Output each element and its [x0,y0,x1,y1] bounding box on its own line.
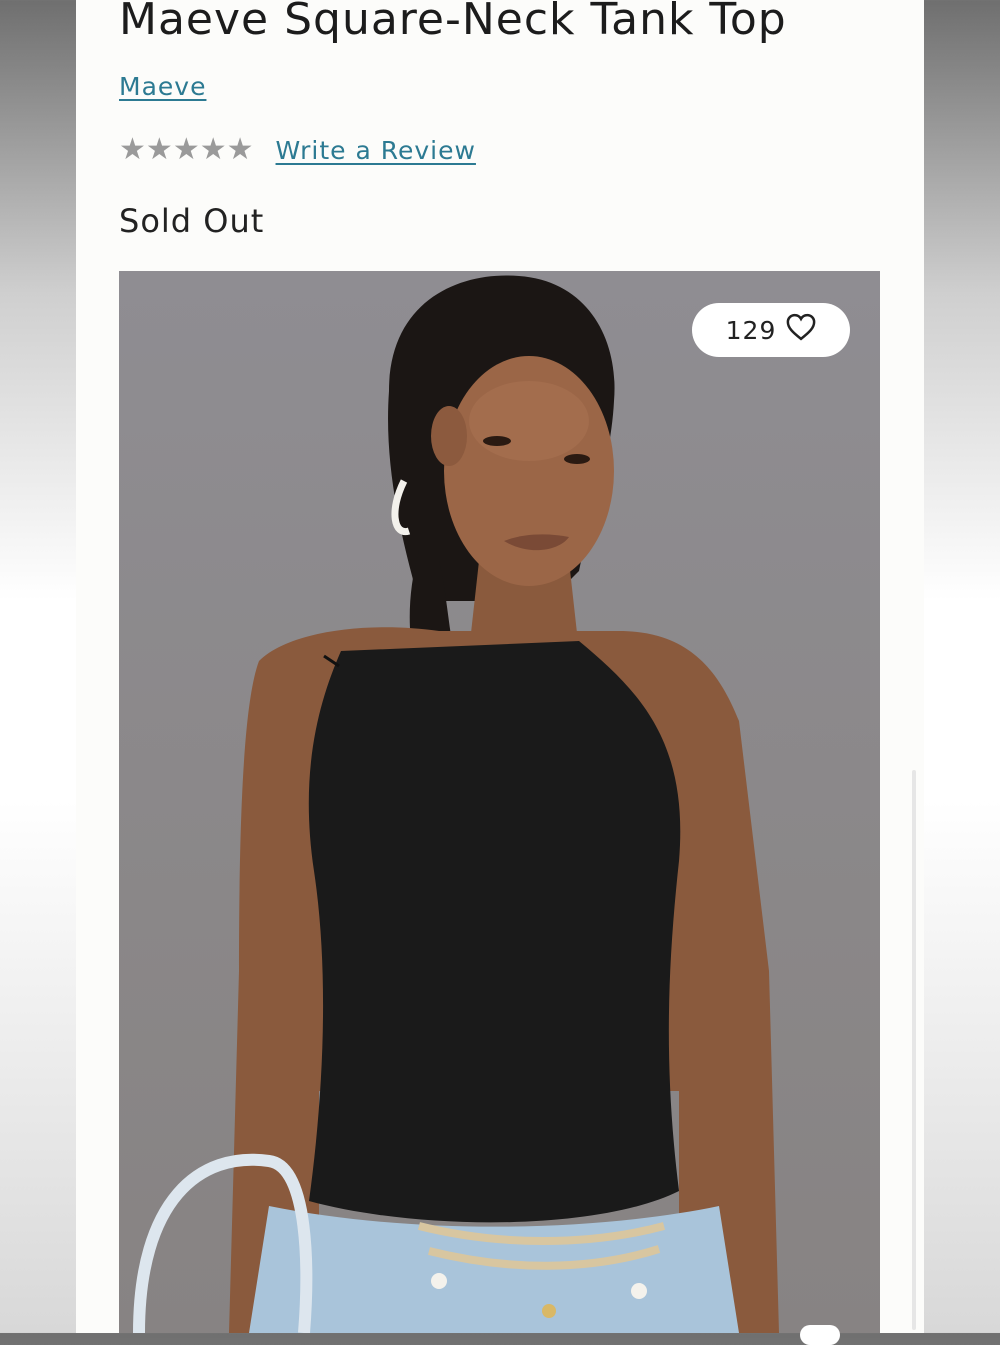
star-icon: ★ [145,132,173,167]
star-icon: ★ [199,132,227,167]
star-icon: ★ [172,132,200,167]
model-photo [133,275,779,1333]
stock-status: Sold Out [119,202,265,240]
star-icon: ★ [119,132,146,167]
heart-outline-icon [786,313,816,347]
write-review-link[interactable]: Write a Review [276,136,476,165]
star-icon: ★ [226,132,254,167]
product-image[interactable]: 129 [119,271,880,1333]
product-page: Maeve Square-Neck Tank Top Maeve ★ ★ ★ ★… [76,0,924,1333]
product-title: Maeve Square-Neck Tank Top [119,0,787,45]
like-button[interactable]: 129 [692,303,850,357]
scrollbar[interactable] [912,770,916,1330]
rating-row: ★ ★ ★ ★ ★ Write a Review [119,132,476,168]
star-rating[interactable]: ★ ★ ★ ★ ★ [119,135,254,165]
brand-link[interactable]: Maeve [119,72,206,101]
carousel-indicator[interactable] [800,1325,840,1345]
like-count: 129 [725,315,777,345]
